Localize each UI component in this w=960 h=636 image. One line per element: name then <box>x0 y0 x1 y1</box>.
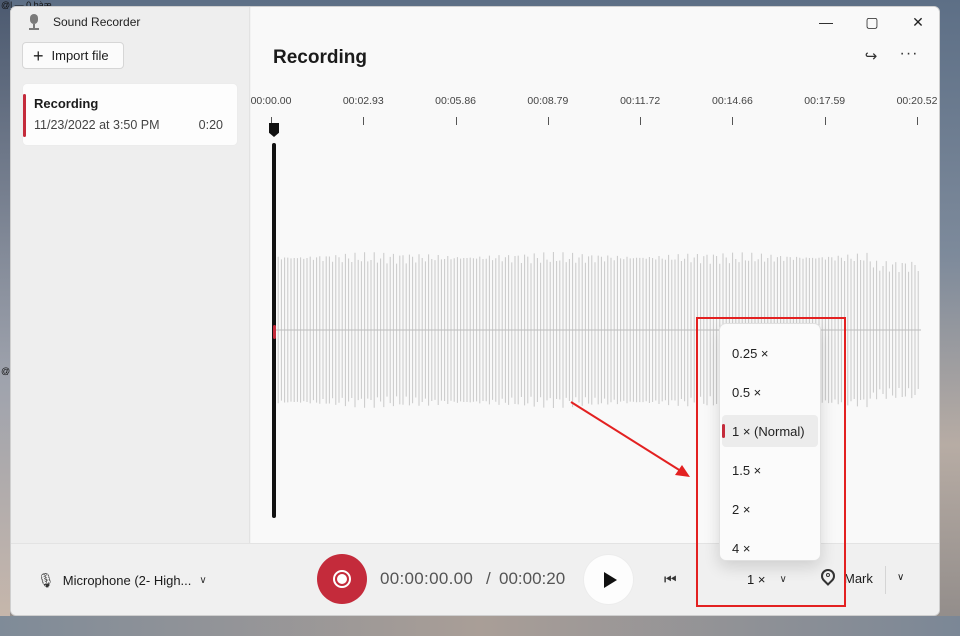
record-button[interactable] <box>317 554 367 604</box>
minimize-button[interactable]: — <box>803 7 849 37</box>
playback-speed-button[interactable]: 1 × ∨ <box>747 572 787 587</box>
speed-option-2[interactable]: 2 × <box>722 493 818 525</box>
timeline-tick-label: 00:20.52 <box>896 95 938 107</box>
time-separator: / <box>486 569 491 588</box>
record-icon <box>333 570 351 588</box>
speed-option-1-5[interactable]: 1.5 × <box>722 454 818 486</box>
desktop-text-mid: @ <box>1 366 11 376</box>
mark-label: Mark <box>844 570 873 586</box>
timeline-tick-mark <box>640 117 642 125</box>
import-file-label: Import file <box>51 48 109 63</box>
play-icon <box>603 571 617 588</box>
microphone-app-icon <box>27 14 41 30</box>
chevron-down-icon: ∨ <box>199 575 207 586</box>
recording-name: Recording <box>34 96 99 111</box>
playhead[interactable] <box>269 123 279 518</box>
speed-option-0-5[interactable]: 0.5 × <box>722 376 818 408</box>
mark-button[interactable]: Mark <box>818 566 873 588</box>
microphone-selector[interactable]: 🎙︎ Microphone (2- High... ∨ <box>37 572 207 589</box>
divider <box>885 566 886 594</box>
timeline-tick-mark <box>455 117 457 125</box>
plus-icon: + <box>33 45 44 66</box>
playback-speed-menu: 0.25 × 0.5 × 1 × (Normal) 1.5 × 2 × 4 × <box>719 323 821 561</box>
timeline-tick-label: 00:08.79 <box>527 95 569 107</box>
window-controls: — ▢ ✕ <box>803 7 939 37</box>
timeline-tick-mark <box>547 117 549 125</box>
total-time: 00:00:20 <box>499 569 566 588</box>
mic-icon: 🎙︎ <box>37 572 55 588</box>
start-marker <box>273 325 276 339</box>
recording-duration: 0:20 <box>198 118 223 132</box>
sound-recorder-window: Sound Recorder + Import file Recording 1… <box>10 6 940 616</box>
selected-indicator <box>23 94 26 137</box>
skip-back-icon[interactable]: ⏮︎ <box>664 571 680 587</box>
playhead-handle[interactable] <box>269 123 279 137</box>
timeline-tick-mark <box>732 117 734 125</box>
timeline-tick-label: 00:14.66 <box>711 95 753 107</box>
desktop-background-bottom <box>0 616 960 636</box>
play-button[interactable] <box>584 555 633 604</box>
waveform[interactable] <box>273 247 921 413</box>
timeline-ruler[interactable]: 00:00.00 00:02.93 00:05.86 00:08.79 00:11.72… <box>250 93 939 133</box>
maximize-button[interactable]: ▢ <box>849 7 895 37</box>
main-pane: — ▢ ✕ Recording ↪ ··· 00:00.00 00:02.93 00… <box>250 7 939 543</box>
desktop-background-left <box>0 0 10 636</box>
app-title: Sound Recorder <box>53 15 141 29</box>
app-title-bar: Sound Recorder <box>27 14 140 30</box>
timeline-tick-label: 00:11.72 <box>620 95 661 107</box>
more-options-chevron-icon[interactable]: ∨ <box>897 572 904 583</box>
microphone-label: Microphone (2- High... <box>62 573 192 588</box>
speed-option-1-normal[interactable]: 1 × (Normal) <box>722 415 818 447</box>
pin-icon <box>818 566 838 588</box>
timeline-tick-label: 00:00.00 <box>250 95 292 107</box>
timeline-tick-mark <box>917 117 918 125</box>
import-file-button[interactable]: + Import file <box>22 42 124 69</box>
timeline-tick-label: 00:17.59 <box>804 95 846 107</box>
recording-date: 11/23/2022 at 3:50 PM <box>34 118 160 132</box>
playback-speed-label: 1 × <box>747 572 766 587</box>
speed-option-4[interactable]: 4 × <box>722 532 818 564</box>
share-icon[interactable]: ↪ <box>861 47 881 67</box>
timeline-tick-label: 00:02.93 <box>342 95 384 107</box>
timeline-tick-mark <box>363 117 365 125</box>
close-button[interactable]: ✕ <box>895 7 939 37</box>
more-icon[interactable]: ··· <box>899 45 919 65</box>
timeline-tick-mark <box>824 117 826 125</box>
page-title: Recording <box>273 47 367 68</box>
timeline-tick-label: 00:05.86 <box>435 95 476 107</box>
current-time: 00:00:00.00 <box>380 569 474 588</box>
recording-list-item[interactable]: Recording 11/23/2022 at 3:50 PM 0:20 <box>22 83 238 146</box>
sidebar: Sound Recorder + Import file Recording 1… <box>11 7 250 543</box>
speed-option-0-25[interactable]: 0.25 × <box>722 337 818 369</box>
chevron-down-icon: ∨ <box>779 574 787 585</box>
